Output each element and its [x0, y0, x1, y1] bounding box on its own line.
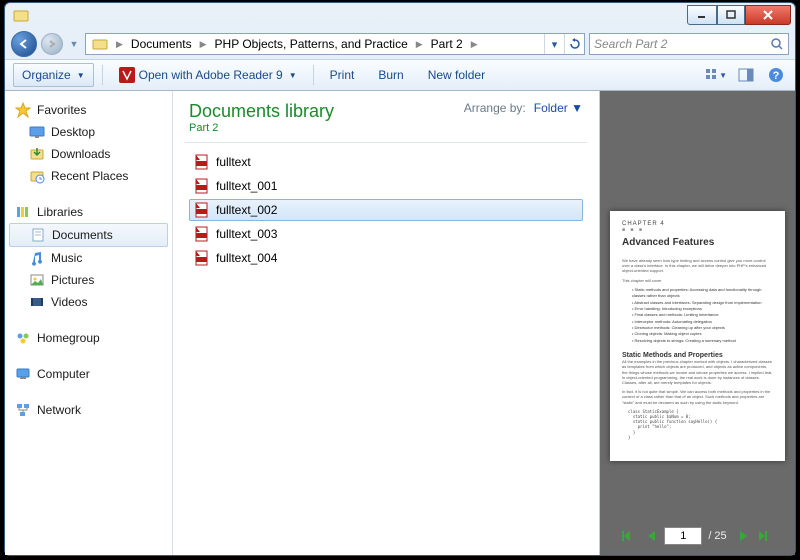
document-preview[interactable]: CHAPTER 4 ■ ■ ■ Advanced Features We hav… [610, 211, 785, 461]
view-options-button[interactable]: ▼ [705, 64, 727, 86]
toolbar: Organize▼ Open with Adobe Reader 9▼ Prin… [5, 59, 795, 91]
organize-button[interactable]: Organize▼ [13, 63, 94, 87]
prev-page-button[interactable] [642, 527, 662, 545]
back-button[interactable] [11, 31, 37, 57]
sidebar-homegroup[interactable]: Homegroup [5, 327, 172, 349]
app-icon [13, 8, 29, 24]
titlebar [5, 3, 795, 29]
file-item[interactable]: fulltext_003 [189, 223, 583, 245]
open-with-reader-button[interactable]: Open with Adobe Reader 9▼ [111, 63, 305, 87]
address-bar[interactable]: ▶ Documents ▶ PHP Objects, Patterns, and… [85, 33, 585, 55]
navigation-pane: Favorites Desktop Downloads Recent Place… [5, 91, 173, 555]
libraries-icon [15, 204, 31, 220]
file-list: fulltext fulltext_001 fulltext_002 fulltext… [173, 143, 599, 279]
preview-pane-button[interactable] [735, 64, 757, 86]
library-title: Documents library [189, 101, 334, 122]
search-placeholder: Search Part 2 [594, 37, 667, 51]
chevron-right-icon[interactable]: ▶ [198, 39, 209, 50]
new-folder-button[interactable]: New folder [420, 64, 493, 86]
sidebar-item-pictures[interactable]: Pictures [5, 269, 172, 291]
arrange-dropdown[interactable]: Folder ▼ [534, 101, 583, 115]
refresh-button[interactable] [564, 34, 584, 54]
sidebar-item-documents[interactable]: Documents [9, 223, 168, 247]
file-name: fulltext [216, 155, 251, 169]
sidebar-item-recent[interactable]: Recent Places [5, 165, 172, 187]
sidebar-favorites[interactable]: Favorites [5, 99, 172, 121]
videos-icon [29, 294, 45, 310]
pdf-icon [194, 226, 210, 242]
chevron-right-icon[interactable]: ▶ [114, 39, 125, 50]
sidebar-item-downloads[interactable]: Downloads [5, 143, 172, 165]
next-page-button[interactable] [733, 527, 753, 545]
pdf-icon [194, 154, 210, 170]
maximize-button[interactable] [717, 5, 745, 25]
file-item[interactable]: fulltext [189, 151, 583, 173]
svg-text:?: ? [773, 70, 780, 82]
adobe-icon [119, 67, 135, 83]
chevron-right-icon[interactable]: ▶ [469, 39, 480, 50]
close-button[interactable] [745, 5, 791, 25]
page-navigation: / 25 [600, 523, 795, 549]
help-button[interactable]: ? [765, 64, 787, 86]
address-dropdown[interactable]: ▾ [544, 34, 564, 54]
forward-button[interactable] [41, 33, 63, 55]
pdf-icon [194, 250, 210, 266]
file-name: fulltext_001 [216, 179, 277, 193]
search-icon [770, 37, 784, 51]
sidebar-libraries[interactable]: Libraries [5, 201, 172, 223]
breadcrumb-part2[interactable]: Part 2 [425, 34, 469, 54]
navigation-bar: ▼ ▶ Documents ▶ PHP Objects, Patterns, a… [5, 29, 795, 59]
history-dropdown[interactable]: ▼ [67, 34, 81, 54]
downloads-icon [29, 146, 45, 162]
first-page-button[interactable] [620, 527, 640, 545]
computer-icon [15, 366, 31, 382]
burn-button[interactable]: Burn [370, 64, 411, 86]
desktop-icon [29, 124, 45, 140]
sidebar-item-desktop[interactable]: Desktop [5, 121, 172, 143]
page-number-input[interactable] [664, 527, 702, 545]
file-name: fulltext_003 [216, 227, 277, 241]
minimize-button[interactable] [687, 5, 717, 25]
print-button[interactable]: Print [322, 64, 363, 86]
page-total: / 25 [704, 530, 730, 542]
content-area: Documents library Part 2 Arrange by: Fol… [173, 91, 599, 555]
pdf-icon [194, 178, 210, 194]
folder-icon[interactable] [86, 34, 114, 54]
file-item[interactable]: fulltext_002 [189, 199, 583, 221]
preview-title: Advanced Features [622, 237, 773, 248]
file-name: fulltext_004 [216, 251, 277, 265]
preview-section: Static Methods and Properties [622, 352, 773, 359]
chevron-right-icon[interactable]: ▶ [414, 39, 425, 50]
star-icon [15, 102, 31, 118]
music-icon [29, 250, 45, 266]
breadcrumb-documents[interactable]: Documents [125, 34, 198, 54]
sidebar-item-videos[interactable]: Videos [5, 291, 172, 313]
library-subtitle: Part 2 [189, 122, 334, 134]
sidebar-item-music[interactable]: Music [5, 247, 172, 269]
breadcrumb-book[interactable]: PHP Objects, Patterns, and Practice [209, 34, 414, 54]
sidebar-network[interactable]: Network [5, 399, 172, 421]
recent-icon [29, 168, 45, 184]
documents-icon [30, 227, 46, 243]
network-icon [15, 402, 31, 418]
arrange-label: Arrange by: [464, 101, 526, 115]
sidebar-computer[interactable]: Computer [5, 363, 172, 385]
homegroup-icon [15, 330, 31, 346]
file-item[interactable]: fulltext_004 [189, 247, 583, 269]
last-page-button[interactable] [755, 527, 775, 545]
search-input[interactable]: Search Part 2 [589, 33, 789, 55]
preview-pane: CHAPTER 4 ■ ■ ■ Advanced Features We hav… [599, 91, 795, 555]
pdf-icon [194, 202, 210, 218]
pictures-icon [29, 272, 45, 288]
file-name: fulltext_002 [216, 203, 277, 217]
file-item[interactable]: fulltext_001 [189, 175, 583, 197]
